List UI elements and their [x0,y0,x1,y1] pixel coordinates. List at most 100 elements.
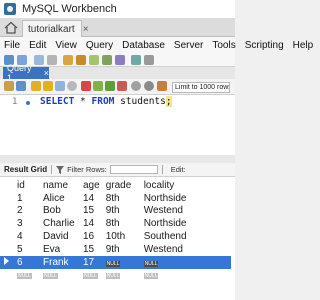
cell-locality[interactable]: Westend [141,205,231,218]
cell-name[interactable]: Frank [40,255,80,269]
row-marker[interactable] [0,269,14,280]
cell-name[interactable]: Alice [40,192,80,205]
cell-age[interactable]: 17 [80,255,103,269]
table-row[interactable]: 3 Charlie 14 8th Northside [0,217,231,230]
search-table-data-icon[interactable] [131,55,141,65]
cell-id[interactable]: 1 [14,192,40,205]
row-marker[interactable] [0,205,14,218]
new-row[interactable]: NULL NULL NULL NULL NULL [0,269,231,280]
stop-on-error-icon[interactable] [81,81,91,91]
cell-name[interactable]: NULL [40,269,80,280]
execute-icon[interactable] [31,81,41,91]
row-marker[interactable] [0,230,14,243]
cell-locality[interactable]: Northside [141,217,231,230]
cell-name[interactable]: David [40,230,80,243]
menu-query[interactable]: Query [86,40,113,51]
create-view-icon[interactable] [89,55,99,65]
null-badge: NULL [43,272,58,279]
close-icon[interactable]: × [83,24,89,35]
close-icon[interactable]: × [44,68,49,78]
row-marker[interactable] [0,217,14,230]
column-header-age[interactable]: age [80,179,103,192]
menu-edit[interactable]: Edit [29,40,46,51]
connection-tab[interactable]: tutorialkart × [22,20,89,37]
cell-grade[interactable]: 9th [103,243,141,256]
cell-id[interactable]: 3 [14,217,40,230]
filter-rows-input[interactable] [109,165,158,174]
splitter[interactable] [0,155,235,163]
row-marker[interactable] [0,255,14,269]
inspector-icon[interactable] [47,55,57,65]
window-title: MySQL Workbench [22,3,117,15]
create-function-icon[interactable] [115,55,125,65]
row-marker[interactable] [0,192,14,205]
cell-grade[interactable]: 8th [103,217,141,230]
limit-icon[interactable] [157,81,167,91]
execute-current-icon[interactable] [43,81,53,91]
open-file-icon[interactable] [4,81,14,91]
table-row[interactable]: 4 David 16 10th Southend [0,230,231,243]
cell-age[interactable]: 15 [80,243,103,256]
sql-statement[interactable]: SELECT * FROM students; [40,96,172,107]
create-table-icon[interactable] [76,55,86,65]
explain-icon[interactable] [55,81,65,91]
cell-locality[interactable]: Northside [141,192,231,205]
beautify-icon[interactable] [144,81,154,91]
autocommit-icon[interactable] [117,81,127,91]
query-toolbar: Limit to 1000 rows [0,79,235,95]
cell-id[interactable]: 4 [14,230,40,243]
cell-id[interactable]: 2 [14,205,40,218]
menu-help[interactable]: Help [293,40,314,51]
cell-locality[interactable]: Southend [141,230,231,243]
menu-view[interactable]: View [55,40,77,51]
limit-rows-select[interactable]: Limit to 1000 rows [172,82,230,93]
cell-grade[interactable]: NULL [102,255,141,269]
cell-age[interactable]: 16 [80,230,103,243]
column-header-locality[interactable]: locality [141,179,231,192]
cell-id[interactable]: NULL [14,269,40,280]
sql-editor[interactable]: 1 SELECT * FROM students; [0,95,235,155]
cell-age[interactable]: NULL [80,269,103,280]
menu-file[interactable]: File [4,40,20,51]
sql-keyword-select: SELECT [40,96,75,107]
query-tab[interactable]: Query 1 × [3,63,49,83]
stop-icon[interactable] [67,81,77,91]
home-icon[interactable] [4,21,18,34]
cell-name[interactable]: Eva [40,243,80,256]
column-header-id[interactable]: id [14,179,40,192]
cell-locality[interactable]: Westend [141,243,231,256]
create-schema-icon[interactable] [63,55,73,65]
menu-database[interactable]: Database [122,40,165,51]
cell-locality[interactable]: NULL [141,269,231,280]
column-header-grade[interactable]: grade [103,179,141,192]
create-procedure-icon[interactable] [102,55,112,65]
row-marker[interactable] [0,243,14,256]
table-row[interactable]: 2 Bob 15 9th Westend [0,205,231,218]
table-row[interactable]: 1 Alice 14 8th Northside [0,192,231,205]
menu-tools[interactable]: Tools [212,40,235,51]
cell-grade[interactable]: 10th [103,230,141,243]
menu-scripting[interactable]: Scripting [245,40,284,51]
cell-name[interactable]: Charlie [40,217,80,230]
cell-grade[interactable]: 8th [103,192,141,205]
result-grid-label[interactable]: Result Grid [4,165,47,174]
cell-locality[interactable]: NULL [140,255,231,269]
cell-id[interactable]: 6 [14,255,40,269]
column-header-name[interactable]: name [40,179,80,192]
cell-age[interactable]: 14 [80,192,103,205]
cell-name[interactable]: Bob [40,205,80,218]
toggle-icon[interactable] [131,81,141,91]
rollback-icon[interactable] [105,81,115,91]
commit-icon[interactable] [93,81,103,91]
cell-id[interactable]: 5 [14,243,40,256]
reconnect-icon[interactable] [144,55,154,65]
cell-grade[interactable]: NULL [103,269,141,280]
table-row-selected[interactable]: 6 Frank 17 NULL NULL [0,255,231,269]
table-row[interactable]: 5 Eva 15 9th Westend [0,243,231,256]
result-grid[interactable]: id name age grade locality 1 Alice 14 8t… [0,177,235,300]
menu-server[interactable]: Server [174,40,203,51]
save-icon[interactable] [16,81,26,91]
cell-age[interactable]: 14 [80,217,103,230]
cell-grade[interactable]: 9th [103,205,141,218]
cell-age[interactable]: 15 [80,205,103,218]
